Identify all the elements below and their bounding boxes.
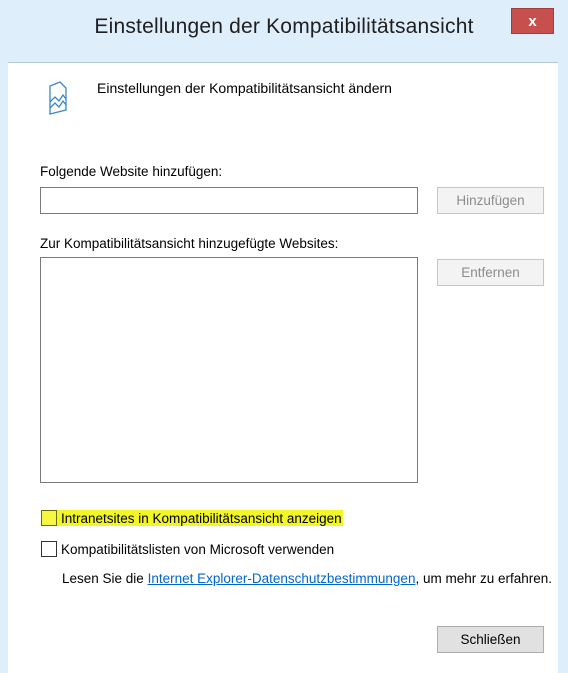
add-site-label: Folgende Website hinzufügen: — [40, 164, 223, 179]
privacy-text: Lesen Sie die Internet Explorer-Datensch… — [62, 570, 552, 587]
close-button[interactable]: Schließen — [437, 626, 544, 653]
privacy-link[interactable]: Internet Explorer-Datenschutzbestimmunge… — [148, 571, 416, 586]
add-site-input[interactable] — [40, 187, 418, 214]
window-frame-right — [558, 0, 568, 673]
intranet-label: Intranetsites in Kompatibilitätsansicht … — [61, 510, 342, 526]
divider — [8, 62, 558, 63]
site-list-label: Zur Kompatibilitätsansicht hinzugefügte … — [40, 236, 339, 251]
remove-button[interactable]: Entfernen — [437, 259, 544, 286]
window-frame-left — [0, 0, 8, 673]
privacy-suffix: , um mehr zu erfahren. — [415, 571, 553, 586]
intranet-checkbox[interactable] — [41, 510, 57, 526]
window-title: Einstellungen der Kompatibilitätsansicht — [94, 15, 474, 38]
intranet-option[interactable]: Intranetsites in Kompatibilitätsansicht … — [41, 510, 343, 526]
header-text: Einstellungen der Kompatibilitätsansicht… — [97, 80, 392, 96]
microsoft-lists-checkbox[interactable] — [41, 541, 57, 557]
microsoft-lists-option[interactable]: Kompatibilitätslisten von Microsoft verw… — [41, 541, 334, 557]
close-icon: x — [528, 12, 537, 30]
microsoft-lists-label: Kompatibilitätslisten von Microsoft verw… — [61, 541, 335, 557]
compatibility-view-icon — [49, 81, 67, 115]
close-window-button[interactable]: x — [511, 8, 554, 34]
site-list[interactable] — [40, 257, 418, 483]
add-button[interactable]: Hinzufügen — [437, 187, 544, 214]
privacy-prefix: Lesen Sie die — [62, 571, 148, 586]
